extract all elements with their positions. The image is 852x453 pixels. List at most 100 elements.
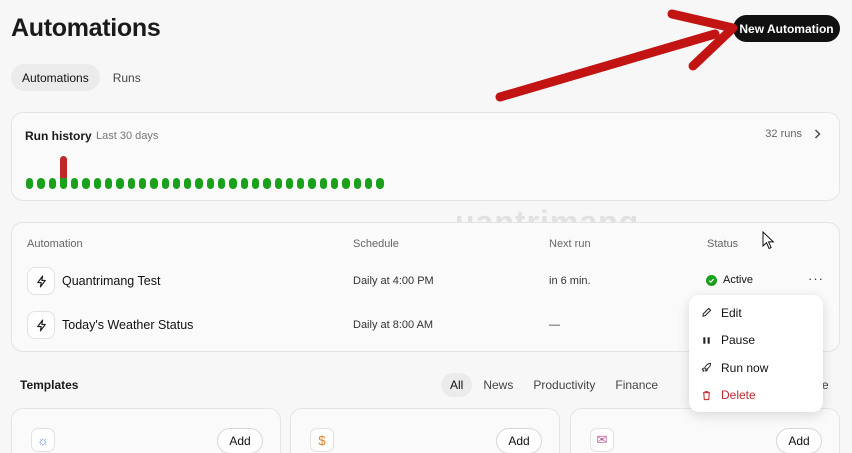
trash-icon <box>702 390 711 400</box>
bolt-icon <box>27 267 55 295</box>
run-day-error[interactable] <box>59 156 68 189</box>
run-day-success[interactable] <box>274 178 282 189</box>
schedule-value: Daily at 8:00 AM <box>353 319 434 331</box>
successful-run-mark <box>184 178 192 189</box>
run-day-success[interactable] <box>161 178 169 189</box>
mail-icon: ✉ <box>590 428 614 452</box>
filter-finance[interactable]: Finance <box>606 373 667 397</box>
menu-item-run-now[interactable]: Run now <box>689 354 823 382</box>
more-options-icon[interactable]: ··· <box>808 271 824 286</box>
menu-item-pause[interactable]: Pause <box>689 327 823 355</box>
run-day-success[interactable] <box>364 178 373 189</box>
successful-run-mark <box>93 178 102 189</box>
run-day-success[interactable] <box>138 178 147 189</box>
filter-productivity[interactable]: Productivity <box>524 373 604 397</box>
run-day-success[interactable] <box>150 178 158 189</box>
run-day-success[interactable] <box>127 178 135 189</box>
successful-run-mark <box>319 178 328 189</box>
successful-run-mark <box>71 178 79 189</box>
run-day-success[interactable] <box>71 178 79 189</box>
run-day-success[interactable] <box>285 178 294 189</box>
template-card[interactable]: $ Add <box>290 408 560 453</box>
successful-run-mark <box>105 178 113 189</box>
next-run-value: in 6 min. <box>549 275 591 287</box>
column-header-next-run: Next run <box>549 238 591 250</box>
column-header-schedule: Schedule <box>353 238 399 250</box>
successful-run-mark <box>37 178 45 189</box>
run-history-title: Run history <box>25 129 92 143</box>
menu-item-label: Pause <box>721 333 756 348</box>
run-day-success[interactable] <box>26 178 34 189</box>
status-text: Active <box>723 274 753 286</box>
menu-item-label: Delete <box>721 388 756 403</box>
filter-news[interactable]: News <box>474 373 522 397</box>
check-circle-icon <box>706 274 717 286</box>
successful-run-mark <box>26 178 34 189</box>
run-day-success[interactable] <box>376 178 384 189</box>
template-filter-bar: All News Productivity Finance <box>441 373 667 397</box>
successful-run-mark <box>274 178 282 189</box>
menu-item-label: Edit <box>721 305 742 320</box>
add-template-button[interactable]: Add <box>217 428 263 453</box>
successful-run-mark <box>285 178 294 189</box>
add-template-button[interactable]: Add <box>776 428 822 453</box>
run-day-success[interactable] <box>48 178 56 189</box>
successful-run-mark <box>218 178 226 189</box>
tab-runs[interactable]: Runs <box>102 64 152 91</box>
run-day-success[interactable] <box>251 178 260 189</box>
tab-automations[interactable]: Automations <box>11 64 100 91</box>
successful-run-mark <box>161 178 169 189</box>
run-day-success[interactable] <box>116 178 124 189</box>
run-day-success[interactable] <box>240 178 248 189</box>
mouse-cursor-icon <box>762 231 775 250</box>
column-header-automation: Automation <box>27 238 83 250</box>
run-day-success[interactable] <box>297 178 305 189</box>
successful-run-mark <box>376 178 384 189</box>
template-card[interactable]: ☼ Add <box>11 408 281 453</box>
run-day-success[interactable] <box>195 178 203 189</box>
run-day-success[interactable] <box>342 178 350 189</box>
run-count: 32 runs <box>765 128 802 140</box>
status-badge: Active <box>706 274 753 286</box>
run-day-success[interactable] <box>37 178 45 189</box>
filter-all[interactable]: All <box>441 373 473 397</box>
successful-run-mark <box>251 178 260 189</box>
bolt-icon <box>27 311 55 339</box>
new-automation-button[interactable]: New Automation <box>733 15 840 42</box>
pause-icon <box>703 337 710 344</box>
run-day-success[interactable] <box>172 178 181 189</box>
run-day-success[interactable] <box>218 178 226 189</box>
run-day-success[interactable] <box>229 178 237 189</box>
run-day-success[interactable] <box>308 178 316 189</box>
run-day-success[interactable] <box>82 178 90 189</box>
template-card[interactable]: ✉ Add <box>570 408 840 453</box>
column-header-status: Status <box>707 238 739 250</box>
pencil-icon <box>702 308 712 317</box>
run-day-success[interactable] <box>331 178 339 189</box>
menu-item-delete[interactable]: Delete <box>689 382 823 410</box>
successful-run-mark <box>59 178 68 189</box>
run-day-success[interactable] <box>353 178 361 189</box>
chevron-right-icon <box>815 129 821 139</box>
successful-run-mark <box>297 178 305 189</box>
row-context-menu: Edit Pause Run now Delete <box>689 295 823 412</box>
automation-name[interactable]: Quantrimang Test <box>62 274 160 288</box>
run-history-chart <box>26 153 386 189</box>
run-day-success[interactable] <box>93 178 102 189</box>
filter-truncated[interactable]: e <box>822 378 829 392</box>
run-day-success[interactable] <box>263 178 271 189</box>
add-template-button[interactable]: Add <box>496 428 542 453</box>
successful-run-mark <box>172 178 181 189</box>
templates-heading: Templates <box>20 378 79 392</box>
sun-icon: ☼ <box>31 428 55 452</box>
run-day-success[interactable] <box>319 178 328 189</box>
automation-name[interactable]: Today's Weather Status <box>62 318 193 332</box>
run-day-success[interactable] <box>105 178 113 189</box>
successful-run-mark <box>150 178 158 189</box>
menu-item-edit[interactable]: Edit <box>689 299 823 327</box>
run-day-success[interactable] <box>184 178 192 189</box>
run-day-success[interactable] <box>206 178 215 189</box>
menu-item-label: Run now <box>721 360 769 375</box>
run-count-link[interactable]: 32 runs <box>765 128 821 140</box>
tab-bar: Automations Runs <box>11 64 152 91</box>
